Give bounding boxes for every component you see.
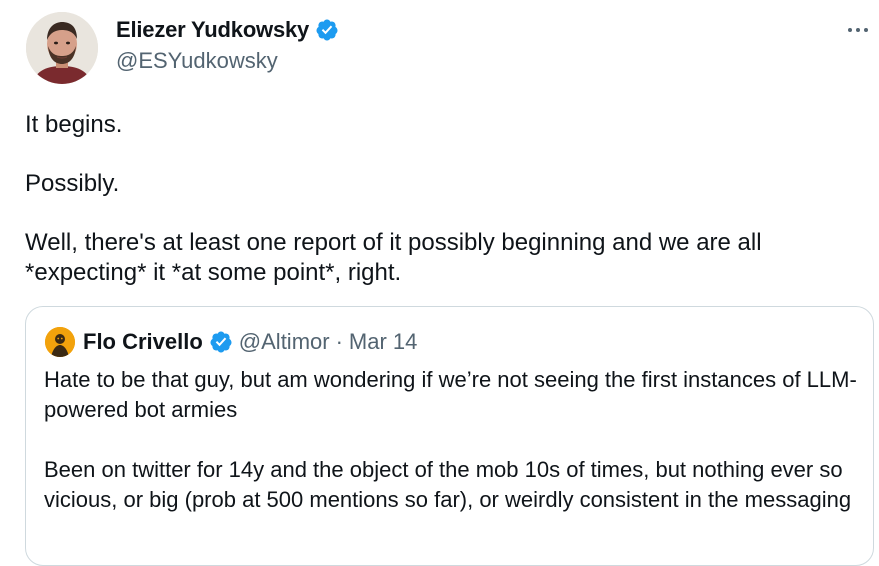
more-options-button[interactable]: [842, 18, 874, 42]
tweet-text: It begins. Possibly. Well, there's at le…: [25, 110, 855, 317]
quoted-tweet-text: Hate to be that guy, but am wondering if…: [44, 365, 859, 545]
author-handle[interactable]: @ESYudkowsky: [116, 48, 278, 74]
quoted-tweet-paragraph: Hate to be that guy, but am wondering if…: [44, 367, 857, 422]
more-horizontal-icon: [848, 28, 868, 32]
tweet: Eliezer Yudkowsky @ESYudkowsky It begins…: [0, 0, 879, 566]
quoted-tweet-card[interactable]: Flo Crivello @Altimor · Mar 14 Hate to b…: [25, 306, 874, 566]
avatar-icon: [45, 327, 75, 357]
tweet-paragraph: Well, there's at least one report of it …: [25, 229, 762, 286]
quoted-tweet-header: Flo Crivello @Altimor · Mar 14: [45, 327, 417, 357]
quoted-author-avatar: [45, 327, 75, 357]
author-avatar[interactable]: [26, 12, 98, 84]
tweet-paragraph: It begins.: [25, 111, 123, 138]
author-name-row: Eliezer Yudkowsky: [116, 17, 339, 43]
quoted-author-handle[interactable]: @Altimor: [239, 329, 330, 355]
author-name[interactable]: Eliezer Yudkowsky: [116, 17, 309, 43]
verified-badge-icon: [209, 330, 233, 354]
quoted-author-name[interactable]: Flo Crivello: [83, 329, 203, 355]
quoted-tweet-date[interactable]: Mar 14: [349, 329, 417, 355]
tweet-paragraph: Possibly.: [25, 170, 120, 197]
quoted-tweet-paragraph: Been on twitter for 14y and the object o…: [44, 457, 852, 512]
profile-photo-icon: [26, 12, 98, 84]
verified-badge-icon: [315, 18, 339, 42]
separator-dot: ·: [335, 329, 343, 354]
